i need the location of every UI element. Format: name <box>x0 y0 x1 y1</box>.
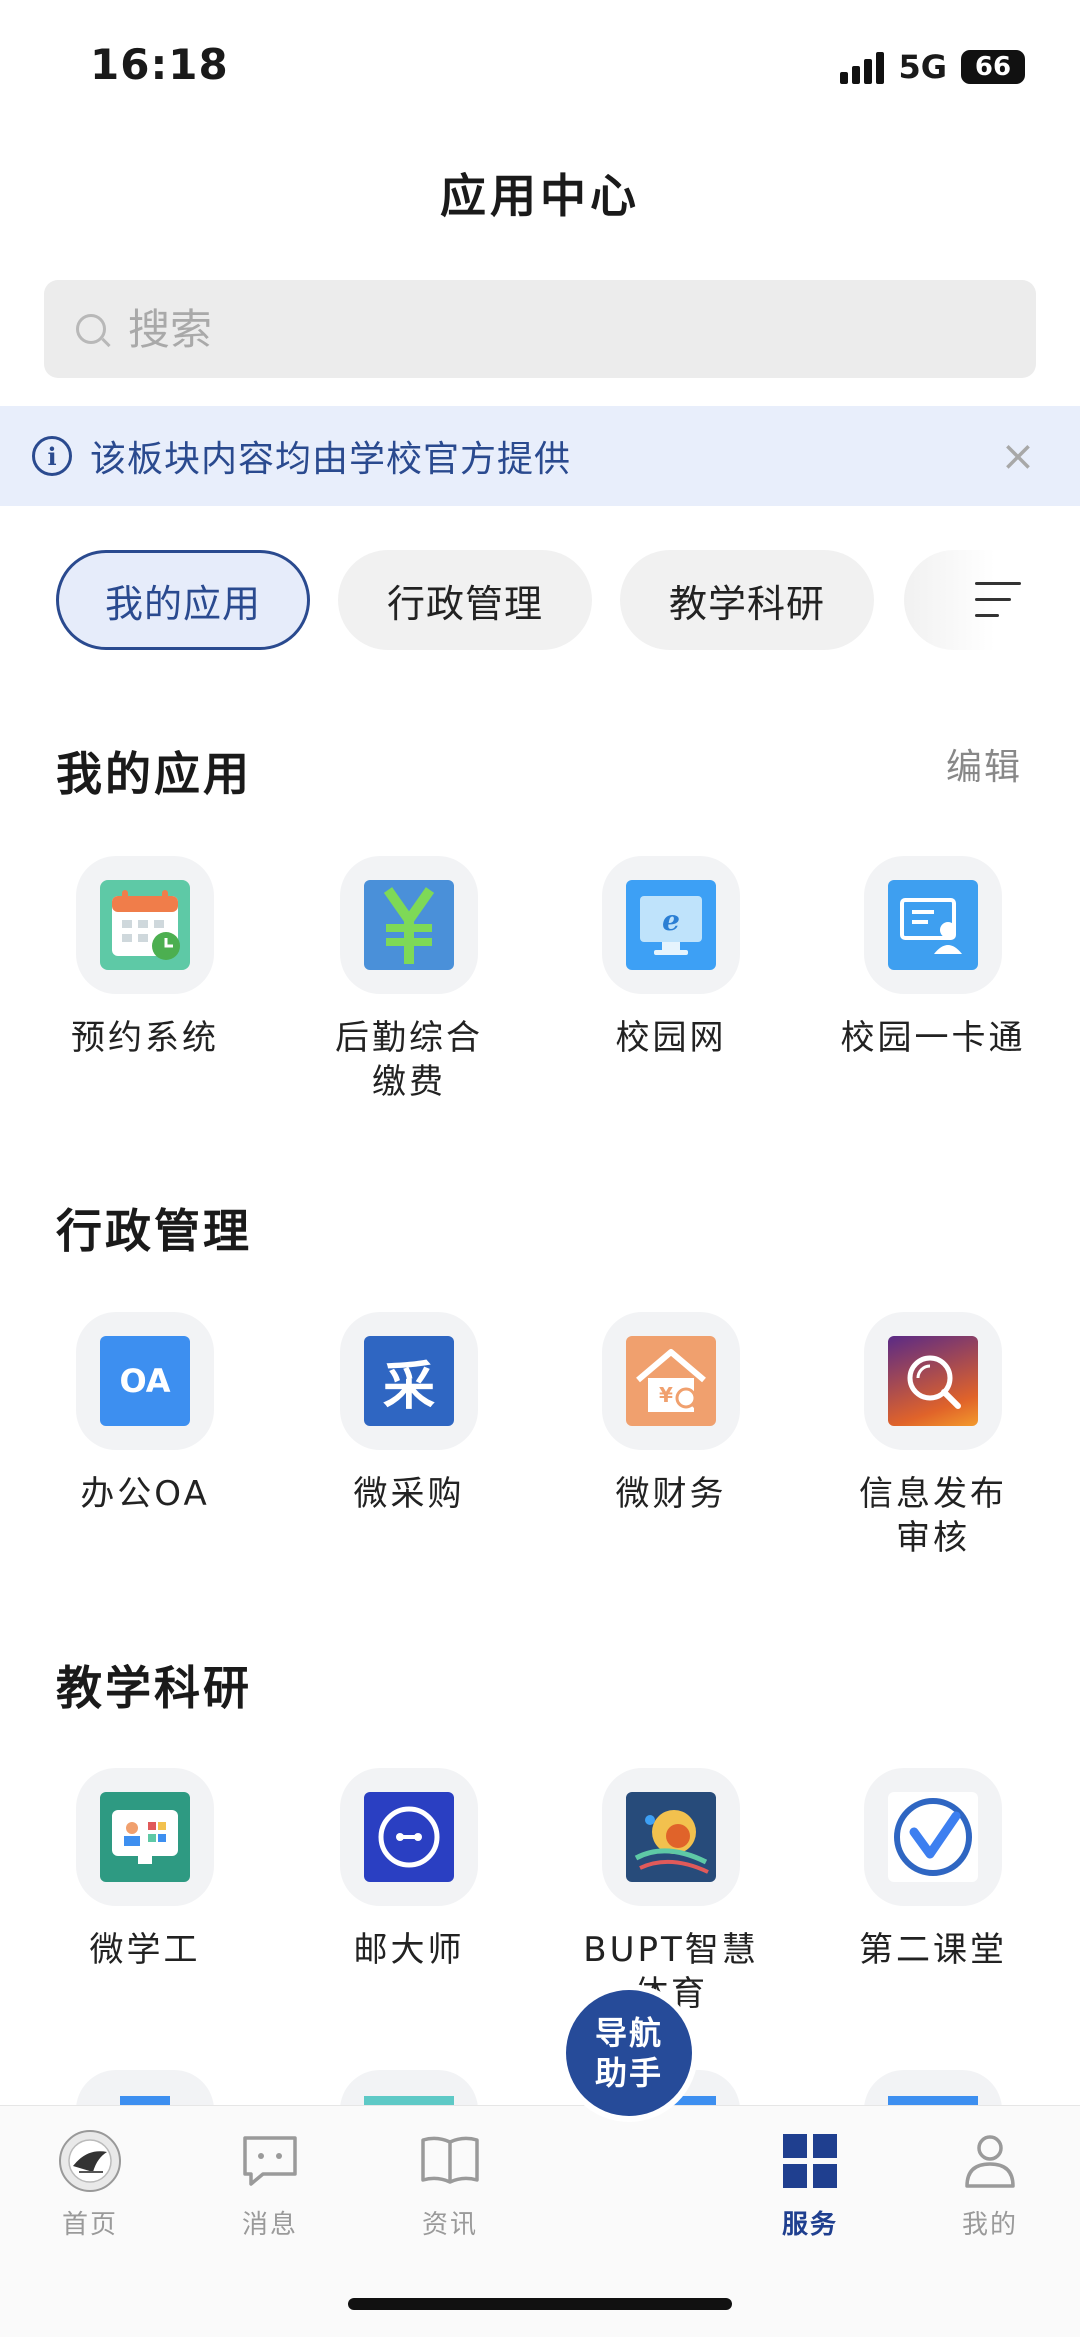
search-icon <box>76 314 106 344</box>
nav-label: 服务 <box>781 2210 838 2240</box>
search-input[interactable] <box>128 304 928 354</box>
section-title-admin: 行政管理 <box>56 1204 252 1258</box>
status-bar: 16:18 5G 66 <box>0 0 1080 130</box>
network-type: 5G <box>898 48 947 86</box>
nav-services[interactable]: 服务 <box>740 2128 880 2241</box>
nav-label: 消息 <box>241 2210 298 2240</box>
app-tile <box>340 856 478 994</box>
section-title-my-apps: 我的应用 <box>56 747 252 801</box>
app-tile <box>602 1768 740 1906</box>
card-icon <box>888 880 978 970</box>
signal-icon <box>840 50 885 84</box>
app-tile <box>340 1768 478 1906</box>
search-bar[interactable] <box>44 280 1036 378</box>
finance-icon: ¥ <box>626 1336 716 1426</box>
tab-admin[interactable]: 行政管理 <box>338 550 592 650</box>
app-bupt-sports[interactable]: BUPT智慧体育 <box>556 1768 786 2016</box>
next-row-partial <box>0 2070 1080 2105</box>
mail-master-icon <box>364 1792 454 1882</box>
app-tile: OA <box>76 1312 214 1450</box>
monitor-icon <box>100 1792 190 1882</box>
app-logistics-payment[interactable]: 后勤综合缴费 <box>294 856 524 1104</box>
app-label: 校园网 <box>615 1018 727 1058</box>
app-tile <box>76 1768 214 1906</box>
app-label: 第二课堂 <box>859 1930 1007 1970</box>
app-tile <box>864 856 1002 994</box>
oa-icon: OA <box>100 1336 190 1426</box>
nav-home[interactable]: 首页 <box>20 2128 160 2241</box>
app-campus-network[interactable]: e 校园网 <box>556 856 786 1060</box>
school-logo-icon <box>57 2128 123 2194</box>
app-label: 邮大师 <box>353 1930 465 1970</box>
filter-icon[interactable] <box>975 582 1021 618</box>
app-label: 校园一卡通 <box>840 1018 1026 1058</box>
review-icon <box>888 1336 978 1426</box>
app-label: 信息发布审核 <box>859 1474 1007 1558</box>
app-purchase[interactable]: 采 微采购 <box>294 1312 524 1516</box>
app-oa[interactable]: OA 办公OA <box>30 1312 260 1516</box>
sports-icon <box>626 1792 716 1882</box>
app-student-affairs[interactable]: 微学工 <box>30 1768 260 1972</box>
app-tile: 采 <box>340 1312 478 1450</box>
nav-label: 我的 <box>961 2210 1018 2240</box>
status-indicators: 5G 66 <box>840 48 1037 86</box>
info-icon: i <box>32 436 72 476</box>
svg-text:e: e <box>662 904 680 937</box>
nav-center-line1: 导航 <box>594 2014 663 2052</box>
tab-my-apps[interactable]: 我的应用 <box>56 550 310 650</box>
oa-icon-text: OA <box>119 1362 171 1400</box>
home-indicator[interactable] <box>348 2298 732 2310</box>
app-label: 办公OA <box>80 1474 210 1514</box>
person-icon <box>957 2128 1023 2194</box>
app-booking[interactable]: 预约系统 <box>30 856 260 1060</box>
app-second-classroom[interactable]: 第二课堂 <box>818 1768 1048 1972</box>
checkmark-icon <box>888 1792 978 1882</box>
message-icon <box>237 2128 303 2194</box>
notice-text: 该板块内容均由学校官方提供 <box>90 439 572 480</box>
nav-profile[interactable]: 我的 <box>920 2128 1060 2241</box>
nav-news[interactable]: 资讯 <box>380 2128 520 2241</box>
browser-icon: e <box>626 880 716 970</box>
app-label: 微采购 <box>353 1474 465 1514</box>
yuan-icon <box>364 880 454 970</box>
navigation-assistant-button[interactable]: 导航 助手 <box>566 1990 692 2116</box>
nav-center-line2: 助手 <box>594 2054 663 2092</box>
app-finance[interactable]: ¥ 微财务 <box>556 1312 786 1516</box>
nav-messages[interactable]: 消息 <box>200 2128 340 2241</box>
purchase-icon-text: 采 <box>382 1356 435 1417</box>
page-title: 应用中心 <box>440 169 640 223</box>
app-tile: e <box>602 856 740 994</box>
battery-icon: 66 <box>961 50 1037 84</box>
grid-icon <box>777 2128 843 2194</box>
app-tile: ¥ <box>602 1312 740 1450</box>
app-tile <box>76 856 214 994</box>
app-label: 微学工 <box>89 1930 201 1970</box>
app-info-review[interactable]: 信息发布审核 <box>818 1312 1048 1560</box>
close-icon[interactable]: × <box>996 434 1040 478</box>
notice-banner: i 该板块内容均由学校官方提供 × <box>0 406 1080 506</box>
nav-label: 资讯 <box>421 2210 478 2240</box>
app-tile <box>864 1768 1002 1906</box>
category-tabs: 我的应用 行政管理 教学科研 <box>0 550 1080 650</box>
purchase-icon: 采 <box>364 1336 454 1426</box>
app-label: 微财务 <box>615 1474 727 1514</box>
calendar-icon <box>100 880 190 970</box>
app-campus-card[interactable]: 校园一卡通 <box>818 856 1048 1060</box>
book-icon <box>417 2128 483 2194</box>
app-tile <box>864 1312 1002 1450</box>
section-title-teaching: 教学科研 <box>56 1661 252 1715</box>
nav-label: 首页 <box>61 2210 118 2240</box>
edit-button[interactable]: 编辑 <box>946 738 1022 790</box>
svg-text:¥: ¥ <box>659 1383 673 1407</box>
app-mail-master[interactable]: 邮大师 <box>294 1768 524 1972</box>
status-time: 16:18 <box>90 40 229 89</box>
app-label: 后勤综合缴费 <box>335 1018 483 1102</box>
tab-teaching[interactable]: 教学科研 <box>620 550 874 650</box>
app-label: 预约系统 <box>71 1018 219 1058</box>
